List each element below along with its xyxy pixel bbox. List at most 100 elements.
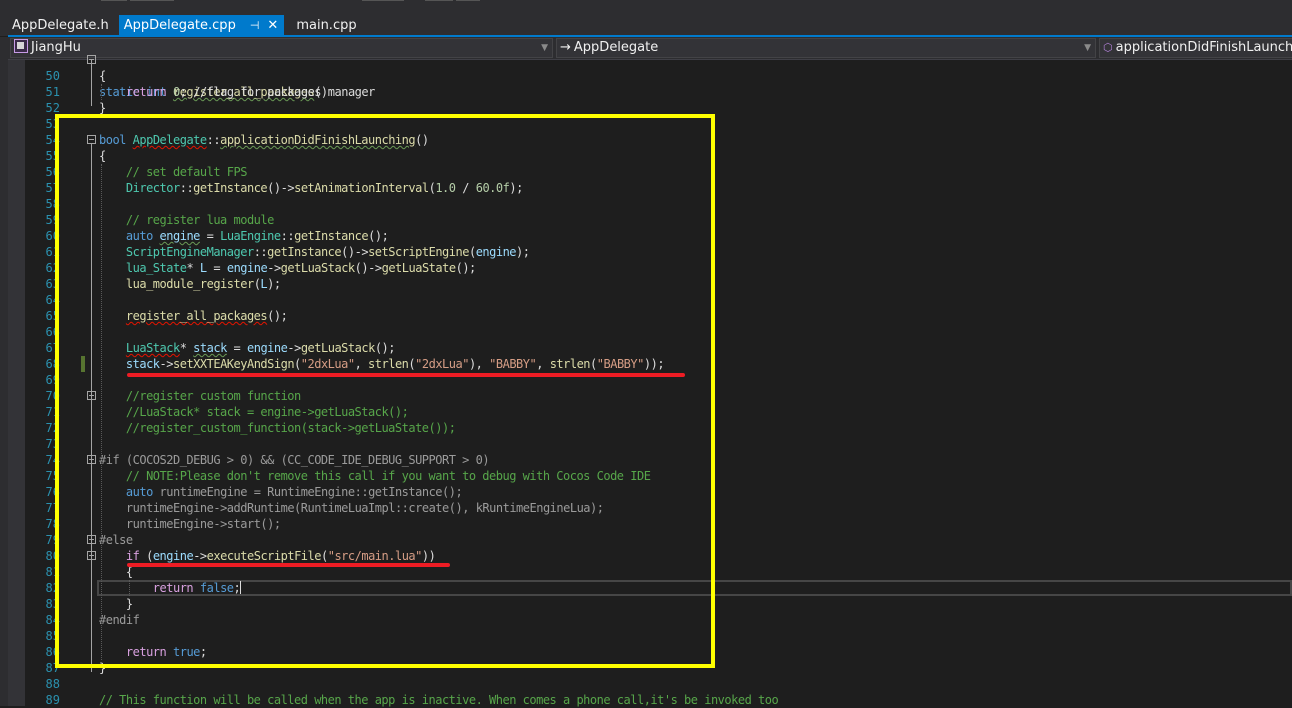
line-number: 57 [45,181,60,195]
line-number: 88 [45,677,60,691]
change-indicator [81,356,85,372]
tab-label: main.cpp [296,18,357,33]
line-number: 82 [45,581,60,595]
code-line-50: 50 { [25,68,1292,84]
code-text: //register_custom_function(stack->getLua… [125,421,456,435]
indent-guide [129,580,130,596]
line-number: 81 [45,565,60,579]
line-number: 87 [45,661,60,675]
code-text: // NOTE:Please don't remove this call if… [125,469,651,483]
pin-icon[interactable]: ⊣ [250,15,260,36]
left-margin [0,37,8,706]
scope-dropdown[interactable]: → AppDelegate ▼ [556,38,1096,58]
document-tabs: AppDelegate.h AppDelegate.cpp ⊣ ✕ main.c… [0,15,367,36]
arrow-right-icon: → [560,40,571,55]
code-text: //register custom function [125,389,301,403]
indent-guide [101,164,102,660]
line-number: 75 [45,469,60,483]
code-text: if (engine->executeScriptFile("src/main.… [125,549,436,563]
line-number: 77 [45,501,60,515]
line-number: 79 [45,533,60,547]
code-text: #if (COCOS2D_DEBUG > 0) && (CC_CODE_IDE_… [99,453,490,467]
line-number: 52 [45,101,60,115]
close-icon[interactable]: ✕ [267,15,278,36]
toolbar-stub [362,0,404,1]
code-line-60: 60 auto engine = LuaEngine::getInstance(… [25,228,1292,244]
member-dropdown[interactable]: ⬡applicationDidFinishLaunching [1099,38,1292,58]
code-text: stack->setXXTEAKeyAndSign("2dxLua", strl… [125,357,665,371]
line-number: 68 [45,357,60,371]
tab-appdelegate-h[interactable]: AppDelegate.h [0,15,119,36]
code-line-59: 59 // register lua module [25,212,1292,228]
code-line-54: 54 bool AppDelegate::applicationDidFinish… [25,132,1292,148]
code-line-55: 55 { [25,148,1292,164]
code-line-61: 61 ScriptEngineManager::getInstance()->s… [25,244,1292,260]
code-text: bool AppDelegate::applicationDidFinishLa… [99,133,429,147]
line-number: 86 [45,645,60,659]
code-text: } [99,661,106,675]
code-line-75: 75 // NOTE:Please don't remove this call… [25,468,1292,484]
code-line-66: 66 [25,324,1292,340]
line-number: 71 [45,405,60,419]
code-text: LuaStack* stack = engine->getLuaStack(); [125,341,396,355]
line-number: 65 [45,309,60,323]
line-number: 83 [45,597,60,611]
code-text: runtimeEngine->addRuntime(RuntimeLuaImpl… [125,501,604,515]
code-text: // set default FPS [125,165,248,179]
indent-guide [101,84,102,100]
code-line-84: 84 #endif [25,612,1292,628]
toolbar-stub [130,0,174,1]
code-text: { [99,149,106,163]
code-text: #else [99,533,133,547]
code-editor[interactable]: static int static int register_all_packa… [25,55,1292,707]
line-number: 58 [45,197,60,211]
navigation-bar: JiangHu ▼ → AppDelegate ▼ ⬡ applicationDid… [8,37,1292,60]
outline-guide [91,144,92,672]
code-line-87: 87} [25,660,1292,676]
line-number: 60 [45,229,60,243]
line-number: 64 [45,293,60,307]
fold-toggle-icon[interactable] [87,135,96,144]
code-line-63: 63 lua_module_register(L); [25,276,1292,292]
annotation-underline-execute-script [127,563,450,567]
code-line-57: 57 Director::getInstance()->setAnimation… [25,180,1292,196]
scroll-gutter [8,60,25,706]
code-line-79: 79 #else [25,532,1292,548]
code-line-76: 76 auto runtimeEngine = RuntimeEngine::g… [25,484,1292,500]
code-text: #endif [99,613,140,627]
line-number: 61 [45,245,60,259]
code-line-71: 71 //LuaStack* stack = engine->getLuaSta… [25,404,1292,420]
line-number: 76 [45,485,60,499]
code-text: runtimeEngine->start(); [125,517,281,531]
code-line-73: 73 [25,436,1292,452]
code-line-88: 88 [25,676,1292,692]
line-number: 84 [45,613,60,627]
tab-main-cpp[interactable]: main.cpp [284,15,366,36]
annotation-underline-xxtea [127,373,685,377]
code-line-74: 74 #if (COCOS2D_DEBUG > 0) && (CC_CODE_ID… [25,452,1292,468]
line-number: 62 [45,261,60,275]
line-number: 80 [45,549,60,563]
code-text: return 0; //flag for packages manager [125,85,375,99]
code-line-72: 72 //register_custom_function(stack->get… [25,420,1292,436]
chevron-down-icon: ▼ [541,43,548,53]
code-line-67: 67 LuaStack* stack = engine->getLuaStack… [25,340,1292,356]
line-number: 85 [45,629,60,643]
code-text: return true; [125,645,207,659]
tab-label: AppDelegate.h [12,18,109,33]
line-number: 67 [45,341,60,355]
line-number: 51 [45,85,60,99]
code-line-62: 62 lua_State* L = engine->getLuaStack()-… [25,260,1292,276]
code-text: Director::getInstance()->setAnimationInt… [125,181,523,195]
tab-appdelegate-cpp[interactable]: AppDelegate.cpp ⊣ ✕ [118,15,285,36]
code-line-53: 53 [25,116,1292,132]
code-line-56: 56 // set default FPS [25,164,1292,180]
text-cursor [240,581,242,594]
line-number: 66 [45,325,60,339]
code-line-78: 78 runtimeEngine->start(); [25,516,1292,532]
line-number: 72 [45,421,60,435]
line-number: 56 [45,165,60,179]
code-line-49: static int static int register_all_packa… [25,52,328,99]
code-text: { [99,69,106,83]
code-text: ScriptEngineManager::getInstance()->setS… [125,245,530,259]
